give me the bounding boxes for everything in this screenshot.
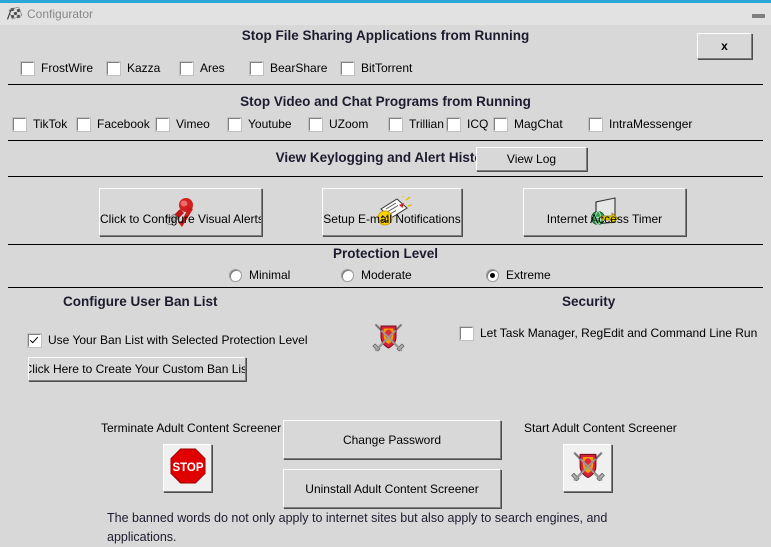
window-title: Configurator — [27, 7, 94, 21]
checkbox-allow-system-tools[interactable]: Let Task Manager, RegEdit and Command Li… — [460, 326, 757, 340]
banned-words-note: The banned words do not only apply to in… — [107, 511, 608, 544]
setup-email-notifications-label: Setup E-mail Notifications — [323, 212, 461, 226]
checkbox-label: Youtube — [248, 117, 292, 131]
change-password-button[interactable]: Change Password — [283, 420, 501, 459]
checkbox-label: Ares — [200, 61, 225, 75]
divider-2 — [8, 140, 763, 141]
checkbox-box — [341, 61, 354, 75]
radio-dot — [486, 268, 499, 282]
checkbox-label: BitTorrent — [361, 61, 413, 75]
close-button-label: x — [721, 39, 728, 53]
checkbox-label: IntraMessenger — [609, 117, 693, 131]
checkbox-label: Kazza — [127, 61, 161, 75]
radio-moderate[interactable]: Moderate — [341, 268, 412, 282]
checkbox-facebook[interactable]: Facebook — [77, 117, 150, 131]
terminate-screener-label: Terminate Adult Content Screener — [101, 421, 282, 435]
divider-5 — [8, 287, 763, 288]
uninstall-screener-label: Uninstall Adult Content Screener — [305, 481, 479, 496]
checkbox-magchat[interactable]: MagChat — [494, 117, 563, 131]
change-password-label: Change Password — [342, 432, 442, 447]
crossed-swords-shield-icon — [371, 318, 406, 356]
checkbox-box — [589, 117, 602, 131]
checkbox-ares[interactable]: Ares — [180, 61, 225, 75]
radio-label: Extreme — [506, 268, 551, 282]
checkbox-box — [460, 326, 473, 340]
checkbox-frostwire[interactable]: FrostWire — [21, 61, 93, 75]
checkbox-box — [389, 117, 402, 131]
file-sharing-heading: Stop File Sharing Applications from Runn… — [241, 28, 530, 43]
protection-level-heading: Protection Level — [332, 246, 439, 261]
configure-visual-alerts-button[interactable]: Click to Configure Visual Alerts — [99, 188, 262, 236]
ban-list-heading: Configure User Ban List — [63, 294, 218, 309]
uninstall-screener-button[interactable]: Uninstall Adult Content Screener — [283, 469, 501, 508]
checkbox-box — [447, 117, 460, 131]
divider-4 — [8, 244, 763, 245]
terminate-screener-button[interactable]: STOP — [163, 444, 212, 492]
radio-minimal[interactable]: Minimal — [229, 268, 290, 282]
create-ban-list-button[interactable]: Click Here to Create Your Custom Ban Lis… — [28, 357, 246, 381]
configurator-window: Configurator Stop File Sharing Applicati… — [0, 0, 771, 546]
checkbox-box — [309, 117, 322, 131]
start-screener-button[interactable] — [563, 444, 612, 492]
svg-text:STOP: STOP — [172, 462, 203, 474]
setup-email-notifications-button[interactable]: Setup E-mail Notifications — [322, 188, 462, 236]
stop-sign-icon: STOP — [168, 446, 208, 491]
checkbox-use-ban-list[interactable]: Use Your Ban List with Selected Protecti… — [28, 333, 308, 347]
checkbox-label: TikTok — [33, 117, 68, 131]
divider-1 — [8, 84, 763, 85]
checkbox-vimeo[interactable]: Vimeo — [156, 117, 210, 131]
checkbox-box — [107, 61, 120, 75]
checkbox-box — [228, 117, 241, 131]
checkbox-trillian[interactable]: Trillian — [389, 117, 444, 131]
title-bar: Configurator — [0, 3, 771, 25]
checkbox-label: Let Task Manager, RegEdit and Command Li… — [480, 326, 758, 340]
checkbox-bearshare[interactable]: BearShare — [250, 61, 327, 75]
checkbox-label: UZoom — [329, 117, 369, 131]
checkbox-box — [77, 117, 90, 131]
divider-3 — [8, 176, 763, 177]
checkbox-icq[interactable]: ICQ — [447, 117, 488, 131]
checkbox-tiktok[interactable]: TikTok — [13, 117, 67, 131]
checkbox-label: FrostWire — [41, 61, 93, 75]
checkbox-label: Vimeo — [176, 117, 210, 131]
checkbox-box — [13, 117, 26, 131]
checkbox-youtube[interactable]: Youtube — [228, 117, 292, 131]
checkered-flag-icon — [6, 6, 23, 22]
checkbox-intramessenger[interactable]: IntraMessenger — [589, 117, 692, 131]
internet-access-timer-label: Internet Access Timer — [546, 212, 663, 226]
security-heading: Security — [562, 294, 616, 309]
configure-visual-alerts-label: Click to Configure Visual Alerts — [100, 212, 262, 226]
video-chat-heading: Stop Video and Chat Programs from Runnin… — [240, 94, 531, 109]
checkbox-label: MagChat — [514, 117, 563, 131]
create-ban-list-label: Click Here to Create Your Custom Ban Lis… — [28, 362, 246, 376]
radio-label: Moderate — [361, 268, 412, 282]
radio-dot — [341, 268, 354, 282]
crossed-swords-shield-icon — [569, 446, 607, 491]
checkbox-uzoom[interactable]: UZoom — [309, 117, 368, 131]
start-screener-label: Start Adult Content Screener — [524, 421, 677, 435]
checkbox-box — [494, 117, 507, 131]
checkbox-box — [28, 333, 41, 347]
close-button[interactable]: x — [697, 33, 752, 59]
radio-dot — [229, 268, 242, 282]
checkbox-kazza[interactable]: Kazza — [107, 61, 160, 75]
internet-access-timer-button[interactable]: Internet Access Timer — [523, 188, 686, 236]
checkbox-label: ICQ — [467, 117, 489, 131]
view-log-button[interactable]: View Log — [476, 147, 587, 171]
minimize-button[interactable] — [752, 14, 765, 22]
view-log-label: View Log — [506, 152, 557, 166]
radio-extreme[interactable]: Extreme — [486, 268, 551, 282]
checkbox-label: Trillian — [409, 117, 444, 131]
checkbox-box — [156, 117, 169, 131]
checkbox-label: Facebook — [97, 117, 150, 131]
checkbox-label: Use Your Ban List with Selected Protecti… — [48, 333, 308, 347]
keylogging-heading: View Keylogging and Alert History — [275, 150, 496, 165]
checkbox-bittorrent[interactable]: BitTorrent — [341, 61, 412, 75]
checkbox-box — [180, 61, 193, 75]
checkbox-label: BearShare — [270, 61, 328, 75]
radio-label: Minimal — [249, 268, 291, 282]
checkbox-box — [250, 61, 263, 75]
checkbox-box — [21, 61, 34, 75]
